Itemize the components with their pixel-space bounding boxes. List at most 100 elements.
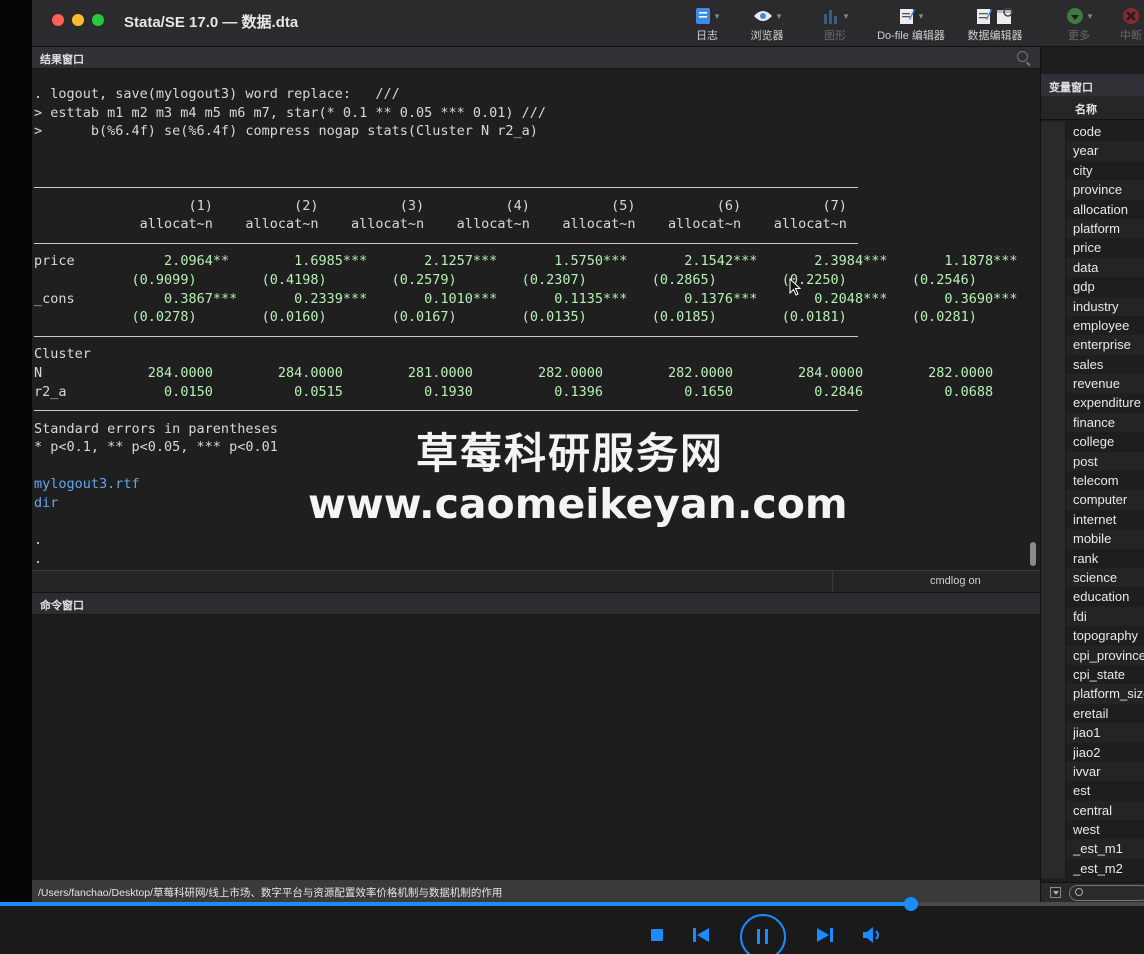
variable-name: finance (1073, 414, 1115, 430)
variable-item[interactable]: allocation (1041, 199, 1144, 219)
variable-item[interactable]: mobile (1041, 529, 1144, 549)
table-cell: 0.3690*** (887, 290, 1018, 307)
zoom-window-button[interactable] (92, 14, 104, 26)
table-cell (237, 346, 367, 362)
chevron-down-icon[interactable]: ▾ (715, 11, 720, 22)
table-cell: 0.1930 (367, 383, 498, 400)
variables-search-input[interactable] (1069, 885, 1144, 901)
variable-item[interactable]: price (1041, 238, 1144, 258)
chevron-down-icon[interactable]: ▾ (1088, 11, 1093, 22)
variable-name: fdi (1073, 608, 1087, 624)
variable-item[interactable]: telecom (1041, 471, 1144, 491)
dofile-editor-icon (899, 9, 915, 24)
variable-name: code (1073, 124, 1102, 139)
chevron-down-icon[interactable]: ▾ (844, 11, 849, 22)
variables-column-header[interactable]: 名称 (1041, 96, 1144, 120)
close-window-button[interactable] (52, 14, 64, 26)
table-cell: (0.4198) (220, 271, 351, 288)
variable-item[interactable]: revenue (1041, 374, 1144, 394)
variable-item[interactable]: eretail (1041, 703, 1144, 724)
variable-item[interactable]: education (1041, 587, 1144, 607)
variable-item[interactable]: internet (1041, 509, 1144, 530)
variable-item[interactable]: province (1041, 180, 1144, 200)
table-cell: 0.1010*** (367, 290, 498, 307)
next-icon[interactable] (817, 928, 833, 942)
variable-item[interactable]: jiao1 (1041, 723, 1144, 743)
variable-item[interactable]: computer (1041, 490, 1144, 510)
variable-name: topography (1073, 628, 1139, 644)
stop-icon[interactable] (651, 929, 663, 941)
variable-item[interactable]: est (1041, 781, 1144, 801)
toolbar-browser-button[interactable]: ▾ 浏览器 (732, 6, 802, 43)
variable-item[interactable]: topography (1041, 626, 1144, 646)
variable-name: cpi_state (1073, 666, 1126, 682)
variable-item[interactable]: expenditure (1041, 393, 1144, 413)
command-panel[interactable]: 命令窗口 (32, 592, 1040, 880)
left-edge (0, 0, 32, 954)
variable-item[interactable]: platform (1041, 218, 1144, 239)
volume-icon[interactable] (863, 927, 883, 943)
variable-item[interactable]: _est_m1 (1041, 839, 1144, 859)
variable-item[interactable]: central (1041, 800, 1144, 821)
variable-item[interactable]: enterprise (1041, 335, 1144, 355)
variable-item[interactable]: gdp (1041, 277, 1144, 297)
variable-item[interactable]: cpi_province (1041, 645, 1144, 665)
table-cell: 284.0000 (757, 364, 888, 381)
variable-item[interactable]: ivvar (1041, 761, 1144, 782)
toolbar-break-button[interactable]: 中断 (1096, 6, 1144, 42)
search-icon[interactable] (1017, 51, 1028, 62)
variable-item[interactable]: employee (1041, 315, 1144, 336)
variable-item[interactable]: science (1041, 567, 1144, 588)
watermark-title: 草莓科研服务网 (416, 429, 725, 478)
variable-item[interactable]: year (1041, 141, 1144, 161)
variable-item[interactable]: city (1041, 160, 1144, 181)
variable-item[interactable]: fdi (1041, 606, 1144, 627)
toolbar-dofile-editor-button[interactable]: ▾ Do-file 编辑器 (868, 6, 954, 42)
variable-item[interactable]: college (1041, 432, 1144, 452)
table-cell: 1.1878*** (887, 253, 1018, 270)
variable-item[interactable]: rank (1041, 548, 1144, 568)
variable-name: industry (1073, 298, 1119, 314)
filter-icon[interactable] (1050, 887, 1061, 898)
variable-item[interactable]: jiao2 (1041, 742, 1144, 762)
variable-item[interactable]: data (1041, 257, 1144, 278)
results-scrollbar[interactable] (1030, 542, 1036, 566)
eye-icon (753, 11, 772, 21)
variable-name: employee (1073, 317, 1130, 333)
pause-icon[interactable] (740, 914, 786, 954)
playback-progress-bar[interactable] (0, 897, 1144, 911)
variable-item[interactable]: post (1041, 451, 1144, 472)
previous-icon[interactable] (693, 928, 709, 942)
toolbar-data-editor-button[interactable]: 数据编辑器 (960, 6, 1030, 42)
table-cell: 0.0150 (131, 383, 238, 400)
variable-item[interactable]: code (1041, 122, 1144, 142)
table-header-numbers: (1) (2) (3) (4) (5) (6) (7) (34, 197, 1024, 216)
table-cell: 0.0688 (887, 383, 1018, 400)
variable-item[interactable]: sales (1041, 354, 1144, 375)
toolbar-graph-button[interactable]: ▾ 图形 (800, 6, 870, 42)
variable-item[interactable]: cpi_state (1041, 664, 1144, 685)
variable-item[interactable]: finance (1041, 412, 1144, 433)
variable-name: expenditure (1073, 395, 1141, 411)
chevron-down-icon[interactable]: ▾ (777, 11, 782, 22)
results-panel-header: 结果窗口 (32, 47, 1040, 69)
variable-name: city (1073, 162, 1093, 178)
variable-item[interactable]: west (1041, 820, 1144, 840)
table-cell: (0.2250) (741, 271, 872, 288)
chevron-down-icon[interactable]: ▾ (919, 11, 924, 22)
table-column-number: (1) (131, 197, 213, 214)
table-column-number: (7) (741, 197, 847, 214)
variable-item[interactable]: industry (1041, 296, 1144, 316)
table-cell: 284.0000 (131, 364, 238, 381)
title-bar: Stata/SE 17.0 — 数据.dta ▾ 日志 ▾ 浏览器 ▾ 图形 ▾… (32, 0, 1144, 47)
command-echo-line: > b(%6.4f) se(%6.4f) compress nogap stat… (34, 123, 538, 140)
graph-icon (823, 10, 837, 24)
playback-progress-handle[interactable] (903, 897, 918, 911)
minimize-window-button[interactable] (72, 14, 84, 26)
variable-name: _est_m1 (1073, 841, 1123, 857)
command-echo-line: > esttab m1 m2 m3 m4 m5 m6 m7, star(* 0.… (34, 104, 547, 121)
table-cell: (0.9099) (131, 271, 221, 288)
variable-item[interactable]: _est_m2 (1041, 858, 1144, 879)
table-row-label (34, 272, 132, 288)
variable-item[interactable]: platform_size (1041, 684, 1144, 704)
